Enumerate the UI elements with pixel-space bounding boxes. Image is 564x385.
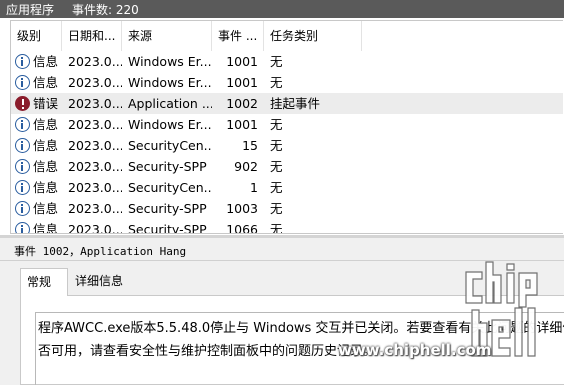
info-icon bbox=[15, 159, 30, 174]
column-header-source[interactable]: 来源 bbox=[122, 21, 212, 51]
row-date: 2023.0... bbox=[68, 96, 122, 111]
row-date: 2023.0... bbox=[68, 138, 122, 153]
event-row[interactable]: 信息 2023.0... Security-SPP 1003 无 bbox=[11, 198, 563, 219]
info-icon bbox=[15, 222, 30, 233]
row-date: 2023.0... bbox=[68, 180, 122, 195]
row-date: 2023.0... bbox=[68, 75, 122, 90]
row-event-id: 1003 bbox=[226, 201, 258, 216]
row-level: 信息 bbox=[33, 159, 59, 174]
row-event-id: 1001 bbox=[226, 54, 258, 69]
info-icon bbox=[15, 75, 30, 90]
info-icon bbox=[15, 180, 30, 195]
row-source: SecurityCen... bbox=[128, 138, 212, 153]
row-event-id: 15 bbox=[242, 138, 258, 153]
column-header-level[interactable]: 级别 bbox=[11, 21, 62, 51]
row-date: 2023.0... bbox=[68, 159, 122, 174]
row-level: 信息 bbox=[33, 201, 59, 216]
event-row[interactable]: 信息 2023.0... Windows Er... 1001 无 bbox=[11, 114, 563, 135]
row-category: 无 bbox=[270, 159, 283, 174]
event-row[interactable]: 信息 2023.0... Security-SPP 1066 无 bbox=[11, 219, 563, 234]
event-list[interactable]: 级别 日期和... 来源 事件 ... 任务类别 信息 2023.0... Wi… bbox=[10, 20, 563, 234]
event-count: 事件数: 220 bbox=[72, 2, 139, 17]
row-category: 无 bbox=[270, 117, 283, 132]
row-date: 2023.0... bbox=[68, 54, 122, 69]
row-category: 无 bbox=[270, 180, 283, 195]
row-event-id: 1066 bbox=[226, 222, 258, 234]
details-title: 事件 1002，Application Hang bbox=[14, 245, 187, 258]
tab-details[interactable]: 详细信息 bbox=[70, 268, 130, 295]
row-event-id: 1001 bbox=[226, 75, 258, 90]
tab-general[interactable]: 常规 bbox=[20, 268, 68, 296]
column-header-date[interactable]: 日期和... bbox=[62, 21, 122, 51]
row-level: 信息 bbox=[33, 117, 59, 132]
row-level: 信息 bbox=[33, 54, 59, 69]
row-source: Windows Er... bbox=[128, 117, 212, 132]
row-event-id: 902 bbox=[234, 159, 258, 174]
row-source: Security-SPP bbox=[128, 201, 207, 216]
event-row-selected[interactable]: 错误 2023.0... Application ... 1002 挂起事件 bbox=[11, 93, 563, 114]
row-source: Application ... bbox=[128, 96, 212, 111]
row-level: 信息 bbox=[33, 138, 59, 153]
log-title: 应用程序 bbox=[6, 2, 55, 17]
log-header-bar: 应用程序 事件数: 220 bbox=[0, 0, 564, 18]
row-level: 错误 bbox=[33, 96, 59, 111]
error-icon bbox=[15, 96, 30, 111]
row-event-id: 1001 bbox=[226, 117, 258, 132]
event-row[interactable]: 信息 2023.0... SecurityCen... 15 无 bbox=[11, 135, 563, 156]
row-event-id: 1002 bbox=[226, 96, 258, 111]
column-header-category[interactable]: 任务类别 bbox=[264, 21, 362, 51]
row-level: 信息 bbox=[33, 180, 59, 195]
row-event-id: 1 bbox=[250, 180, 258, 195]
row-date: 2023.0... bbox=[68, 117, 122, 132]
watermark-url: www.chiphell.com bbox=[338, 341, 492, 359]
row-source: SecurityCen... bbox=[128, 180, 212, 195]
row-level: 信息 bbox=[33, 75, 59, 90]
row-date: 2023.0... bbox=[68, 222, 122, 234]
row-category: 无 bbox=[270, 75, 283, 90]
event-row[interactable]: 信息 2023.0... SecurityCen... 1 无 bbox=[11, 177, 563, 198]
event-list-header: 级别 日期和... 来源 事件 ... 任务类别 bbox=[11, 21, 563, 51]
column-header-event-id[interactable]: 事件 ... bbox=[212, 21, 264, 51]
row-level: 信息 bbox=[33, 222, 59, 234]
info-icon bbox=[15, 54, 30, 69]
row-date: 2023.0... bbox=[68, 201, 122, 216]
row-category: 无 bbox=[270, 138, 283, 153]
row-category: 无 bbox=[270, 201, 283, 216]
info-icon bbox=[15, 201, 30, 216]
row-source: Windows Er... bbox=[128, 75, 212, 90]
row-category: 无 bbox=[270, 222, 283, 234]
event-row[interactable]: 信息 2023.0... Windows Er... 1001 无 bbox=[11, 51, 563, 72]
info-icon bbox=[15, 138, 30, 153]
info-icon bbox=[15, 117, 30, 132]
row-category: 挂起事件 bbox=[270, 96, 321, 111]
event-row[interactable]: 信息 2023.0... Windows Er... 1001 无 bbox=[11, 72, 563, 93]
row-source: Windows Er... bbox=[128, 54, 212, 69]
row-source: Security-SPP bbox=[128, 159, 207, 174]
event-row[interactable]: 信息 2023.0... Security-SPP 902 无 bbox=[11, 156, 563, 177]
row-source: Security-SPP bbox=[128, 222, 207, 234]
row-category: 无 bbox=[270, 54, 283, 69]
